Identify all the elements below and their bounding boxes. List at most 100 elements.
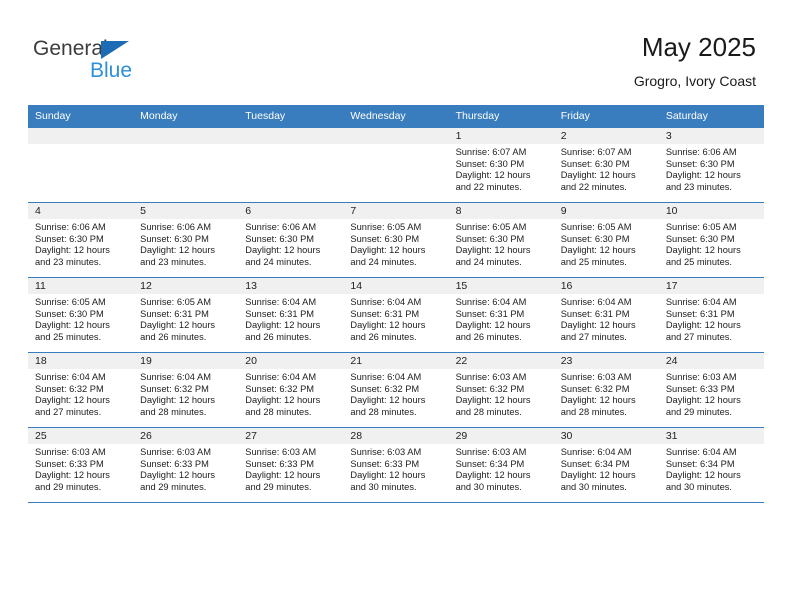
sunrise-time: Sunrise: 6:03 AM [140, 447, 211, 457]
calendar-day-cell[interactable]: 13 Sunrise: 6:04 AM Sunset: 6:31 PM Dayligh… [238, 277, 344, 353]
day-cell-inner [133, 128, 239, 202]
day-cell-details: Sunrise: 6:03 AM Sunset: 6:33 PM Daylight:… [133, 444, 238, 493]
daylight-duration-line1: Daylight: 12 hours [350, 245, 426, 256]
calendar-day-cell[interactable]: 24 Sunrise: 6:03 AM Sunset: 6:33 PM Dayligh… [658, 352, 764, 428]
calendar-day-cell[interactable]: 30 Sunrise: 6:04 AM Sunset: 6:34 PM Dayligh… [553, 427, 659, 503]
day-cell-details: Sunrise: 6:04 AM Sunset: 6:32 PM Daylight:… [343, 369, 448, 418]
day-cell-details: Sunrise: 6:03 AM Sunset: 6:34 PM Daylight:… [449, 444, 554, 493]
daylight-duration-line1: Daylight: 12 hours [245, 320, 321, 331]
daylight-duration-line2: and 29 minutes. [35, 481, 102, 492]
sunset-time: Sunset: 6:30 PM [665, 233, 735, 244]
calendar-day-cell[interactable]: 1 Sunrise: 6:07 AM Sunset: 6:30 PM Daylight… [448, 127, 554, 203]
calendar-week-row: 4 Sunrise: 6:06 AM Sunset: 6:30 PM Daylight… [28, 202, 764, 278]
calendar-day-cell[interactable]: 21 Sunrise: 6:04 AM Sunset: 6:32 PM Dayligh… [343, 352, 449, 428]
calendar-day-cell[interactable]: 18 Sunrise: 6:04 AM Sunset: 6:32 PM Dayligh… [28, 352, 134, 428]
sunrise-time: Sunrise: 6:04 AM [245, 372, 317, 382]
calendar-day-cell[interactable]: 29 Sunrise: 6:03 AM Sunset: 6:34 PM Dayligh… [448, 427, 554, 503]
calendar-day-cell[interactable]: 7 Sunrise: 6:05 AM Sunset: 6:30 PM Daylight… [343, 202, 449, 278]
day-cell-details: Sunrise: 6:04 AM Sunset: 6:31 PM Daylight:… [238, 294, 343, 343]
day-cell-inner: 9 Sunrise: 6:05 AM Sunset: 6:30 PM Daylight… [553, 203, 659, 277]
day-cell-details: Sunrise: 6:06 AM Sunset: 6:30 PM Daylight:… [238, 219, 343, 268]
day-cell-details: Sunrise: 6:03 AM Sunset: 6:33 PM Daylight:… [28, 444, 133, 493]
day-number: 7 [343, 203, 449, 219]
daylight-duration-line1: Daylight: 12 hours [560, 170, 636, 181]
daylight-duration-line1: Daylight: 12 hours [245, 395, 321, 406]
calendar-day-cell[interactable]: 25 Sunrise: 6:03 AM Sunset: 6:33 PM Dayligh… [28, 427, 134, 503]
daylight-duration-line2: and 26 minutes. [245, 331, 312, 342]
calendar-day-cell[interactable]: 28 Sunrise: 6:03 AM Sunset: 6:33 PM Dayligh… [343, 427, 449, 503]
sunrise-time: Sunrise: 6:04 AM [350, 297, 422, 307]
day-cell-inner: 1 Sunrise: 6:07 AM Sunset: 6:30 PM Daylight… [448, 128, 554, 202]
daylight-duration-line2: and 24 minutes. [350, 256, 417, 267]
sunrise-time: Sunrise: 6:03 AM [455, 447, 527, 457]
day-cell-details: Sunrise: 6:03 AM Sunset: 6:32 PM Daylight:… [554, 369, 659, 418]
sunset-time: Sunset: 6:32 PM [455, 383, 525, 394]
day-cell-details: Sunrise: 6:04 AM Sunset: 6:32 PM Daylight:… [238, 369, 343, 418]
sunrise-time: Sunrise: 6:05 AM [665, 222, 737, 232]
daylight-duration-line1: Daylight: 12 hours [455, 470, 531, 481]
calendar-day-cell[interactable]: 14 Sunrise: 6:04 AM Sunset: 6:31 PM Dayligh… [343, 277, 449, 353]
calendar-day-cell[interactable]: 12 Sunrise: 6:05 AM Sunset: 6:31 PM Dayligh… [133, 277, 239, 353]
day-cell-details: Sunrise: 6:04 AM Sunset: 6:32 PM Daylight:… [28, 369, 133, 418]
sunset-time: Sunset: 6:31 PM [455, 308, 525, 319]
calendar-day-cell[interactable]: 31 Sunrise: 6:04 AM Sunset: 6:34 PM Dayligh… [658, 427, 764, 503]
day-number: 16 [553, 278, 659, 294]
calendar-day-cell[interactable]: 10 Sunrise: 6:05 AM Sunset: 6:30 PM Dayligh… [658, 202, 764, 278]
calendar-day-cell[interactable]: 9 Sunrise: 6:05 AM Sunset: 6:30 PM Daylight… [553, 202, 659, 278]
calendar-page: General Blue May 2025 Grogro, Ivory Coas… [0, 0, 792, 612]
sunrise-time: Sunrise: 6:03 AM [455, 372, 527, 382]
sunset-time: Sunset: 6:30 PM [665, 158, 735, 169]
sunset-time: Sunset: 6:30 PM [560, 158, 630, 169]
day-cell-details: Sunrise: 6:04 AM Sunset: 6:31 PM Daylight:… [343, 294, 448, 343]
calendar-day-cell[interactable]: 23 Sunrise: 6:03 AM Sunset: 6:32 PM Dayligh… [553, 352, 659, 428]
sunset-time: Sunset: 6:34 PM [560, 458, 630, 469]
daylight-duration-line1: Daylight: 12 hours [245, 245, 321, 256]
calendar-header-row: Sunday Monday Tuesday Wednesday Thursday… [28, 105, 764, 128]
daylight-duration-line2: and 22 minutes. [560, 181, 627, 192]
sunrise-time: Sunrise: 6:05 AM [140, 297, 211, 307]
day-number: 24 [658, 353, 764, 369]
logo-triangle-icon [101, 41, 129, 59]
day-cell-inner: 14 Sunrise: 6:04 AM Sunset: 6:31 PM Dayligh… [343, 278, 449, 352]
daylight-duration-line1: Daylight: 12 hours [455, 395, 531, 406]
day-cell-details: Sunrise: 6:05 AM Sunset: 6:30 PM Daylight:… [28, 294, 133, 343]
calendar-day-cell[interactable]: 11 Sunrise: 6:05 AM Sunset: 6:30 PM Dayligh… [28, 277, 134, 353]
generalblue-logo[interactable]: General Blue [33, 38, 263, 88]
day-cell-inner: 26 Sunrise: 6:03 AM Sunset: 6:33 PM Dayligh… [133, 428, 239, 502]
sunset-time: Sunset: 6:31 PM [665, 308, 735, 319]
calendar-day-cell[interactable]: 8 Sunrise: 6:05 AM Sunset: 6:30 PM Daylight… [448, 202, 554, 278]
daylight-duration-line2: and 27 minutes. [560, 331, 627, 342]
sunset-time: Sunset: 6:33 PM [140, 458, 209, 469]
day-number: 17 [658, 278, 764, 294]
calendar-day-cell[interactable]: 22 Sunrise: 6:03 AM Sunset: 6:32 PM Dayligh… [448, 352, 554, 428]
day-cell-details: Sunrise: 6:05 AM Sunset: 6:30 PM Daylight:… [343, 219, 448, 268]
calendar-day-cell[interactable]: 6 Sunrise: 6:06 AM Sunset: 6:30 PM Daylight… [238, 202, 344, 278]
day-cell-inner: 2 Sunrise: 6:07 AM Sunset: 6:30 PM Daylight… [553, 128, 659, 202]
sunrise-time: Sunrise: 6:05 AM [560, 222, 632, 232]
daylight-duration-line1: Daylight: 12 hours [35, 320, 110, 331]
calendar-day-cell[interactable]: 2 Sunrise: 6:07 AM Sunset: 6:30 PM Daylight… [553, 127, 659, 203]
calendar-day-cell[interactable]: 16 Sunrise: 6:04 AM Sunset: 6:31 PM Dayligh… [553, 277, 659, 353]
calendar-day-cell[interactable]: 27 Sunrise: 6:03 AM Sunset: 6:33 PM Dayligh… [238, 427, 344, 503]
day-number [343, 128, 449, 144]
calendar-day-cell[interactable]: 3 Sunrise: 6:06 AM Sunset: 6:30 PM Daylight… [658, 127, 764, 203]
daylight-duration-line2: and 23 minutes. [665, 181, 732, 192]
calendar-day-cell[interactable]: 17 Sunrise: 6:04 AM Sunset: 6:31 PM Dayligh… [658, 277, 764, 353]
calendar-day-cell[interactable]: 4 Sunrise: 6:06 AM Sunset: 6:30 PM Daylight… [28, 202, 134, 278]
sunset-time: Sunset: 6:31 PM [140, 308, 209, 319]
day-number [133, 128, 239, 144]
day-cell-inner: 19 Sunrise: 6:04 AM Sunset: 6:32 PM Dayligh… [133, 353, 239, 427]
day-cell-inner: 21 Sunrise: 6:04 AM Sunset: 6:32 PM Dayligh… [343, 353, 449, 427]
calendar-day-cell[interactable]: 15 Sunrise: 6:04 AM Sunset: 6:31 PM Dayligh… [448, 277, 554, 353]
day-cell-inner: 8 Sunrise: 6:05 AM Sunset: 6:30 PM Daylight… [448, 203, 554, 277]
calendar-day-cell[interactable]: 20 Sunrise: 6:04 AM Sunset: 6:32 PM Dayligh… [238, 352, 344, 428]
daylight-duration-line1: Daylight: 12 hours [350, 470, 426, 481]
daylight-duration-line2: and 30 minutes. [350, 481, 417, 492]
calendar-day-cell[interactable]: 5 Sunrise: 6:06 AM Sunset: 6:30 PM Daylight… [133, 202, 239, 278]
day-cell-details: Sunrise: 6:04 AM Sunset: 6:34 PM Daylight:… [659, 444, 764, 493]
daylight-duration-line1: Daylight: 12 hours [35, 245, 110, 256]
calendar-day-cell[interactable]: 19 Sunrise: 6:04 AM Sunset: 6:32 PM Dayligh… [133, 352, 239, 428]
calendar-day-cell[interactable]: 26 Sunrise: 6:03 AM Sunset: 6:33 PM Dayligh… [133, 427, 239, 503]
day-cell-inner: 18 Sunrise: 6:04 AM Sunset: 6:32 PM Dayligh… [28, 353, 134, 427]
sunset-time: Sunset: 6:32 PM [140, 383, 209, 394]
